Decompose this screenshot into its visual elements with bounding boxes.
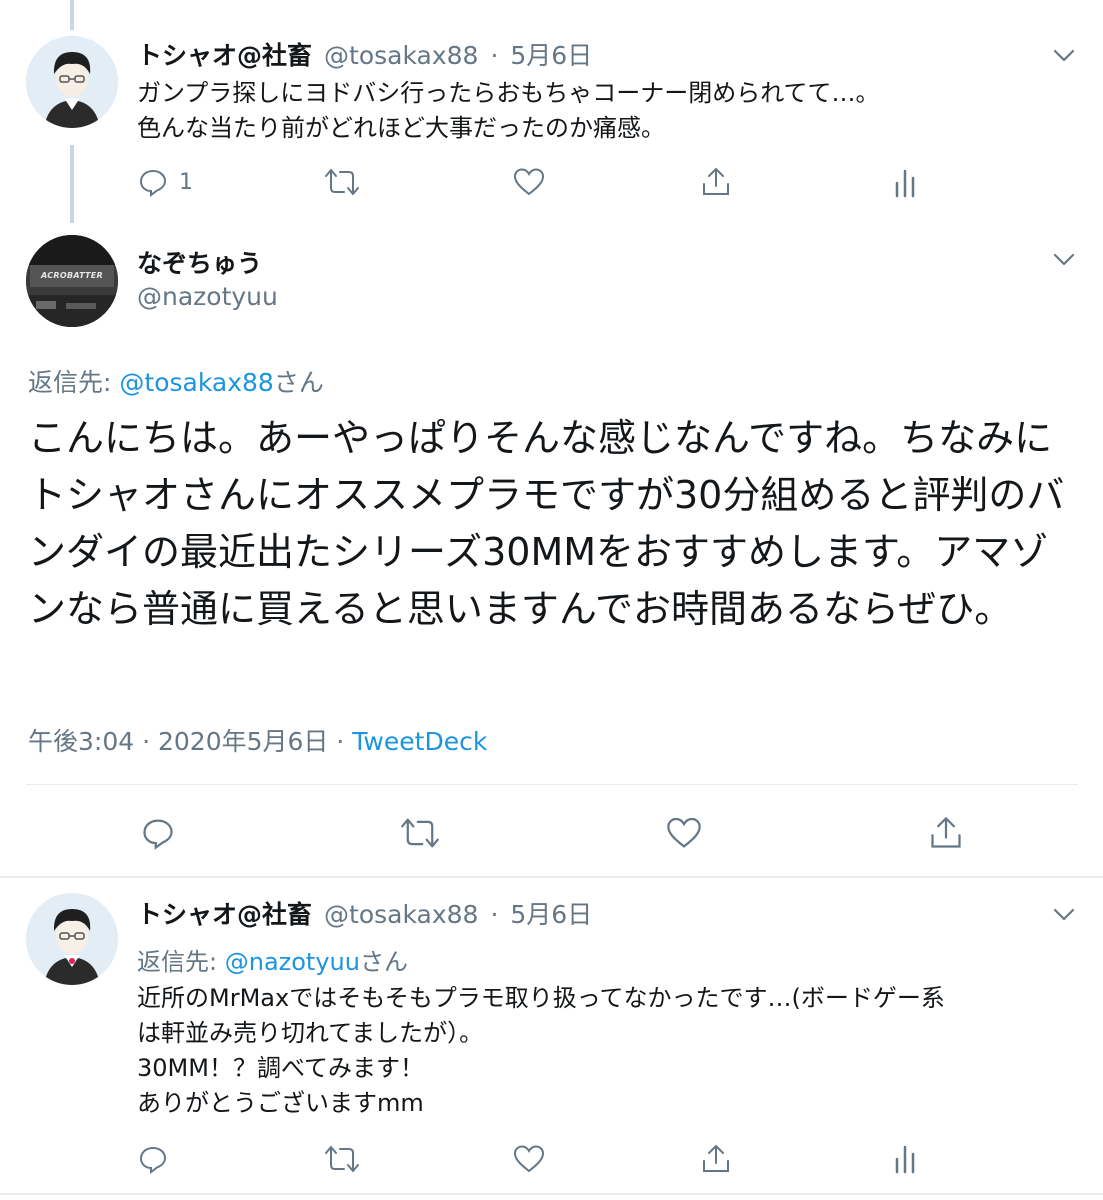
reply-to-suffix: さん	[273, 368, 324, 397]
share-icon	[703, 1145, 729, 1172]
retweet-button[interactable]	[400, 815, 440, 851]
share-icon	[931, 817, 961, 848]
reply-icon	[139, 1146, 167, 1174]
avatar-caption: ACROBATTER	[40, 271, 104, 280]
reply-to-suffix: さん	[359, 948, 408, 976]
reply-icon	[139, 169, 167, 197]
tweet-text-line-2: は軒並み売り切れてましたが）。	[137, 1019, 484, 1047]
divider	[26, 784, 1078, 785]
share-button[interactable]	[700, 166, 732, 198]
retweet-icon	[401, 818, 439, 848]
reply-to-handle[interactable]: @nazotyuu	[225, 948, 360, 976]
reply-to-label: 返信先:	[137, 948, 218, 976]
share-icon	[703, 168, 729, 195]
avatar[interactable]	[26, 893, 118, 985]
like-icon	[513, 1145, 545, 1173]
author-handle[interactable]: @nazotyuu	[137, 282, 278, 311]
chevron-down-icon[interactable]	[1047, 38, 1081, 72]
source-separator: ·	[336, 727, 345, 756]
like-button[interactable]	[665, 815, 703, 851]
timestamp-separator: ·	[142, 727, 151, 756]
avatar-illustration	[26, 36, 118, 128]
tweet-date[interactable]: 5月6日	[510, 36, 592, 72]
like-icon	[513, 168, 545, 196]
tweet-source[interactable]: TweetDeck	[352, 727, 487, 756]
reply-count: 1	[179, 169, 193, 195]
divider	[0, 876, 1103, 878]
share-button[interactable]	[928, 815, 964, 851]
retweet-icon	[325, 1146, 359, 1172]
reply-button[interactable]	[140, 815, 176, 851]
tweet-text-line-2: 色んな当たり前がどれほど大事だったのか痛感。	[137, 114, 665, 142]
analytics-button[interactable]	[890, 166, 920, 200]
avatar[interactable]	[26, 36, 118, 128]
chevron-down-icon[interactable]	[1047, 897, 1081, 931]
reply-button[interactable]: 1	[137, 166, 193, 198]
retweet-button[interactable]	[324, 1143, 360, 1175]
analytics-icon	[895, 1145, 915, 1174]
reply-button[interactable]	[137, 1143, 169, 1175]
reply-to-handle[interactable]: @tosakax88	[119, 368, 273, 397]
tweet-date[interactable]: 2020年5月6日	[158, 727, 328, 756]
author-handle[interactable]: @tosakax88	[324, 41, 478, 70]
author-name[interactable]: なぞちゅう	[137, 244, 262, 280]
thread-line-connector	[70, 145, 74, 223]
tweet-text-line-1: ガンプラ探しにヨドバシ行ったらおもちゃコーナー閉められてて…。	[137, 79, 880, 107]
avatar-illustration	[26, 893, 118, 985]
like-button[interactable]	[512, 166, 546, 198]
author-handle[interactable]: @tosakax88	[324, 900, 478, 929]
analytics-icon	[895, 169, 915, 198]
reply-icon	[143, 819, 173, 850]
tweet-timestamp: 午後3:04 · 2020年5月6日 · TweetDeck	[28, 722, 487, 758]
author-name[interactable]: トシャオ@社畜	[137, 36, 312, 72]
tweet-text-line-1: 近所のMrMaxではそもそもプラモ取り扱ってなかったです…(ボードゲー系	[137, 984, 945, 1012]
tweet-text-line-3: 30MM！？調べてみます！	[137, 1054, 424, 1082]
like-button[interactable]	[512, 1143, 546, 1175]
chevron-down-icon[interactable]	[1047, 242, 1081, 276]
meta-separator: ·	[490, 41, 499, 70]
reply-context: 返信先: @nazotyuuさん	[137, 942, 408, 977]
retweet-icon	[325, 169, 359, 195]
avatar[interactable]: ACROBATTER	[26, 235, 118, 327]
reply-context: 返信先: @tosakax88さん	[28, 363, 324, 399]
tweet-time[interactable]: 午後3:04	[28, 727, 134, 756]
reply-to-label: 返信先:	[28, 368, 112, 397]
like-icon	[667, 817, 701, 848]
tweet-date[interactable]: 5月6日	[510, 895, 592, 931]
share-button[interactable]	[700, 1143, 732, 1175]
analytics-button[interactable]	[890, 1142, 920, 1176]
avatar-photo	[26, 235, 118, 327]
tweet-text-line-4: ありがとうございますmm	[137, 1089, 424, 1117]
retweet-button[interactable]	[324, 166, 360, 198]
thread-line-top	[70, 0, 74, 30]
tweet-text: こんにちは。あーやっぱりそんな感じなんですね。ちなみにトシャオさんにオススメプラ…	[28, 416, 1065, 631]
author-name[interactable]: トシャオ@社畜	[137, 895, 312, 931]
meta-separator: ·	[490, 900, 499, 929]
divider	[0, 1193, 1103, 1195]
